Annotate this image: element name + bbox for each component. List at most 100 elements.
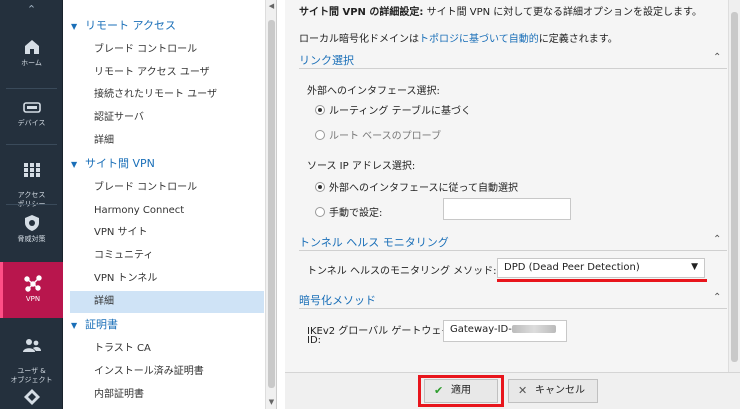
outgoing-interface-label: 外部へのインタフェース選択: bbox=[307, 86, 440, 97]
topology-link[interactable]: トポロジに基づいて自動的 bbox=[419, 34, 539, 45]
main-scrollbar-thumb[interactable] bbox=[731, 12, 738, 362]
radio-auto-select[interactable]: 外部へのインタフェースに従って自動選択 bbox=[315, 179, 518, 194]
page-description: サイト間 VPN の詳細設定: サイト間 VPN に対して更なる詳細オプションを… bbox=[299, 3, 702, 18]
tree-group-site-to-site[interactable]: ▼ サイト間 VPN bbox=[71, 157, 155, 172]
nav-label-home: ホーム bbox=[21, 59, 42, 67]
collapse-caret-icon[interactable]: ⌃ bbox=[713, 52, 721, 63]
nav-item-logs[interactable] bbox=[0, 388, 63, 409]
section-encryption-method[interactable]: 暗号化メソッド bbox=[299, 292, 376, 308]
shield-icon bbox=[24, 215, 39, 231]
tree-item-s2s-advanced[interactable]: 詳細 bbox=[70, 291, 264, 313]
tree-item-ra-blade-control[interactable]: ブレード コントロール bbox=[70, 39, 264, 61]
tree-item-internal-certs[interactable]: 内部証明書 bbox=[70, 384, 264, 406]
logs-icon bbox=[23, 389, 40, 405]
redacted-text bbox=[511, 325, 556, 333]
tree-item-vpn-tunnels[interactable]: VPN トンネル bbox=[70, 268, 264, 290]
gateway-icon bbox=[22, 102, 41, 113]
nav-label-vpn: VPN bbox=[25, 295, 41, 303]
nav-item-vpn[interactable]: VPN bbox=[0, 262, 63, 318]
radio-selected-icon bbox=[315, 105, 325, 115]
advanced-settings-panel: サイト間 VPN の詳細設定: サイト間 VPN に対して更なる詳細オプションを… bbox=[285, 0, 740, 372]
section-link-selection[interactable]: リンク選択 bbox=[299, 52, 354, 68]
expand-caret-icon[interactable]: ▼ bbox=[71, 20, 85, 34]
nav-item-home[interactable]: ホーム bbox=[0, 38, 63, 68]
monitoring-method-value: DPD (Dead Peer Detection) bbox=[504, 262, 640, 273]
ikev2-gateway-id-input[interactable]: Gateway-ID- bbox=[443, 320, 567, 342]
radio-routing-table[interactable]: ルーティング テーブルに基づく bbox=[315, 102, 471, 117]
highlight-underline bbox=[497, 279, 707, 282]
grid-icon bbox=[23, 163, 40, 177]
main-scrollbar[interactable] bbox=[728, 0, 740, 372]
radio-selected-icon bbox=[315, 182, 325, 192]
tree-item-installed-certs[interactable]: インストール済み証明書 bbox=[70, 361, 264, 383]
radio-label: ルート ベースのプローブ bbox=[329, 131, 442, 142]
nav-item-threat-prevention[interactable]: 脅威対策 bbox=[0, 214, 63, 244]
nav-divider bbox=[6, 144, 57, 145]
radio-label: ルーティング テーブルに基づく bbox=[329, 106, 471, 117]
tree-item-s2s-blade-control[interactable]: ブレード コントロール bbox=[70, 177, 264, 199]
monitoring-method-label: トンネル ヘルスのモニタリング メソッド: bbox=[307, 266, 497, 277]
nav-divider bbox=[6, 204, 57, 205]
close-icon: ✕ bbox=[518, 384, 528, 397]
radio-route-probe[interactable]: ルート ベースのプローブ bbox=[315, 127, 441, 142]
users-icon bbox=[22, 339, 41, 352]
tree-item-vpn-sites[interactable]: VPN サイト bbox=[70, 222, 264, 244]
manual-ip-input[interactable] bbox=[443, 198, 571, 220]
tree-item-harmony-connect[interactable]: Harmony Connect bbox=[70, 200, 264, 222]
enc-domain-suffix: に定義されます。 bbox=[538, 34, 618, 45]
source-ip-label: ソース IP アドレス選択: bbox=[307, 161, 416, 172]
tree-item-ra-advanced[interactable]: 詳細 bbox=[70, 130, 264, 152]
tree-group-label: サイト間 VPN bbox=[85, 157, 155, 170]
ikev2-id-label-line1: IKEv2 グローバル ゲートウェイ bbox=[307, 326, 452, 337]
radio-label: 手動で設定: bbox=[329, 208, 383, 219]
monitoring-method-select[interactable]: DPD (Dead Peer Detection) ▼ bbox=[497, 258, 705, 278]
enc-domain-prefix: ローカル暗号化ドメインは bbox=[299, 34, 419, 45]
expand-caret-icon[interactable]: ▼ bbox=[71, 158, 85, 172]
radio-unselected-icon bbox=[315, 207, 325, 217]
nav-label-access-policy: アクセス ポリシー bbox=[17, 191, 46, 208]
section-divider bbox=[299, 250, 727, 251]
tree-group-label: 証明書 bbox=[85, 318, 118, 331]
section-divider bbox=[299, 68, 727, 69]
nav-label-users-objects: ユーザ & オブジェクト bbox=[10, 367, 53, 384]
radio-manual[interactable]: 手動で設定: bbox=[315, 204, 382, 219]
page-title: サイト間 VPN の詳細設定: bbox=[299, 7, 424, 18]
vpn-icon bbox=[24, 275, 42, 292]
expand-caret-icon[interactable]: ▼ bbox=[71, 319, 85, 333]
scroll-down-icon[interactable]: ▼ bbox=[266, 398, 277, 406]
radio-unselected-icon bbox=[315, 130, 325, 140]
nav-divider bbox=[6, 88, 57, 89]
settings-tree: ▼ リモート アクセス ブレード コントロール リモート アクセス ユーザ 接続さ… bbox=[63, 0, 265, 409]
collapse-caret-icon[interactable]: ⌃ bbox=[713, 234, 721, 245]
tree-item-ra-connected-users[interactable]: 接続されたリモート ユーザ bbox=[70, 84, 264, 106]
tree-scrollbar-thumb[interactable] bbox=[268, 20, 275, 388]
tree-group-certificates[interactable]: ▼ 証明書 bbox=[71, 318, 118, 333]
tree-item-ra-auth-servers[interactable]: 認証サーバ bbox=[70, 107, 264, 129]
collapse-panel-icon[interactable]: ◀ bbox=[266, 2, 277, 10]
nav-scroll-up-icon[interactable]: ⌃ bbox=[0, 0, 63, 22]
main-navigation: ⌃ ホーム デバイス アクセス ポリシー 脅威対策 VPN ユーザ & オブジェ… bbox=[0, 0, 63, 409]
section-divider bbox=[299, 308, 727, 309]
cancel-label: キャンセル bbox=[535, 385, 585, 396]
page-subtitle: サイト間 VPN に対して更なる詳細オプションを設定します。 bbox=[423, 7, 702, 18]
tree-group-label: リモート アクセス bbox=[85, 19, 176, 32]
tree-group-remote-access[interactable]: ▼ リモート アクセス bbox=[71, 19, 176, 34]
gateway-id-value: Gateway-ID- bbox=[450, 324, 512, 335]
section-tunnel-health[interactable]: トンネル ヘルス モニタリング bbox=[299, 234, 449, 250]
tree-item-trusted-cas[interactable]: トラスト CA bbox=[70, 338, 264, 360]
tree-item-ra-users[interactable]: リモート アクセス ユーザ bbox=[70, 62, 264, 84]
encryption-domain-note: ローカル暗号化ドメインはトポロジに基づいて自動的に定義されます。 bbox=[299, 30, 618, 45]
tree-item-communities[interactable]: コミュニティ bbox=[70, 245, 264, 267]
ikev2-id-label-line2: ID: bbox=[307, 335, 322, 346]
collapse-caret-icon[interactable]: ⌃ bbox=[713, 292, 721, 303]
cancel-button[interactable]: ✕ キャンセル bbox=[508, 379, 598, 403]
dropdown-arrow-icon: ▼ bbox=[691, 262, 698, 272]
nav-item-access-policy[interactable]: アクセス ポリシー bbox=[0, 152, 63, 209]
tree-scrollbar[interactable]: ◀ ▼ bbox=[265, 0, 277, 409]
nav-item-devices[interactable]: デバイス bbox=[0, 98, 63, 128]
nav-label-threat-prevention: 脅威対策 bbox=[17, 235, 46, 243]
home-icon bbox=[24, 40, 39, 54]
nav-item-users-objects[interactable]: ユーザ & オブジェクト bbox=[0, 328, 63, 385]
apply-highlight-frame bbox=[418, 375, 504, 407]
radio-label: 外部へのインタフェースに従って自動選択 bbox=[329, 183, 518, 194]
